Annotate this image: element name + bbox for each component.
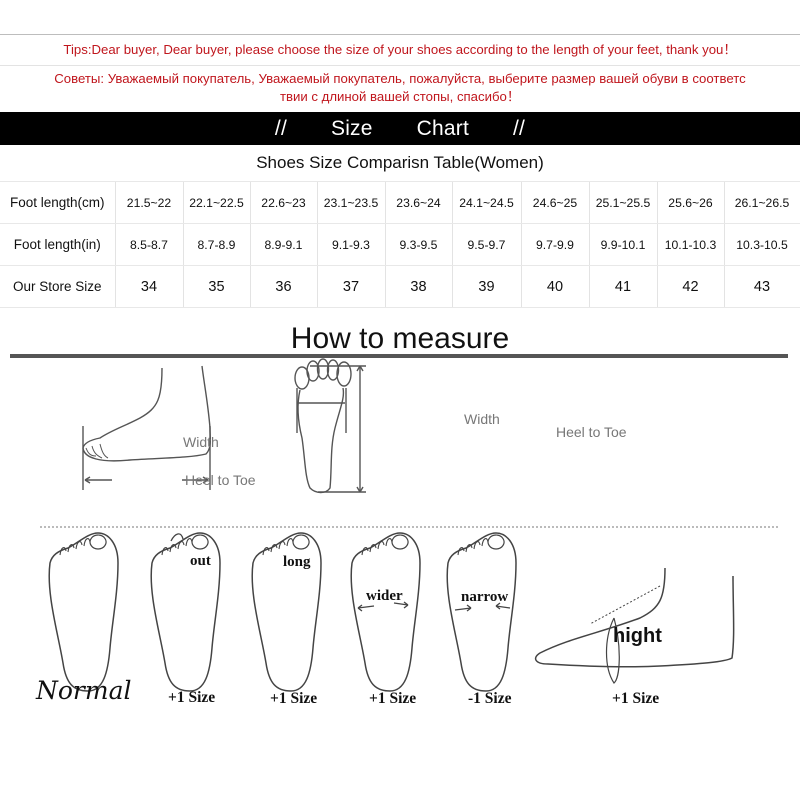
table-cell: 24.6~25 (521, 182, 590, 224)
table-cell: 23.1~23.5 (317, 182, 386, 224)
table-cell: 40 (521, 265, 590, 308)
side-width-label: Width (183, 434, 219, 450)
table-cell: 8.5-8.7 (115, 223, 184, 266)
hight-inner-label: hight (613, 625, 662, 647)
toe-icon (83, 537, 91, 547)
table-title: Shoes Size Comparisn Table(Women) (0, 145, 800, 182)
table-cell: 9.3-9.5 (385, 223, 453, 266)
toe-icon (385, 537, 393, 547)
long-adjust-label: +1 Size (270, 690, 318, 707)
toe-icon (286, 537, 294, 547)
how-to-measure-section: How to measure Width Heel to Toe Width H… (0, 308, 800, 788)
table-cell: 35 (183, 265, 251, 308)
table-cell: 25.6~26 (657, 182, 725, 224)
banner-right-mark: // (513, 116, 526, 140)
out-arrow-icon (170, 533, 184, 542)
table-cell: 9.7-9.9 (521, 223, 590, 266)
toe-icon (161, 546, 169, 556)
table-cell: 22.6~23 (250, 182, 318, 224)
table-cell: 10.3-10.5 (724, 223, 800, 266)
table-cell: 39 (452, 265, 522, 308)
top-spacer (0, 0, 800, 35)
table-cell: 9.9-10.1 (589, 223, 658, 266)
out-inner-label: out (190, 553, 211, 569)
narrow-foot-big-toe-icon (487, 534, 505, 550)
row-header: Foot length(in) (0, 223, 116, 266)
toe-icon (59, 546, 67, 556)
size-table: Foot length(cm) 21.5~22 22.1~22.5 22.6~23 23… (0, 182, 800, 308)
toe-icon (361, 546, 369, 556)
table-cell: 24.1~24.5 (452, 182, 522, 224)
table-cell: 26.1~26.5 (724, 182, 800, 224)
narrow-inner-label: narrow (461, 589, 509, 605)
banner-left-mark: // (274, 116, 287, 140)
table-cell: 9.5-9.7 (452, 223, 522, 266)
table-cell: 8.7-8.9 (183, 223, 251, 266)
out-adjust-label: +1 Size (168, 689, 216, 706)
sole-heel-to-toe-label: Heel to Toe (556, 424, 627, 440)
table-cell: 43 (724, 265, 800, 308)
table-cell: 10.1-10.3 (657, 223, 725, 266)
table-cell: 37 (317, 265, 386, 308)
long-inner-label: long (283, 554, 311, 570)
tips-russian: Советы: Уважаемый покупатель, Уважаемый … (0, 66, 800, 112)
banner-word-chart: Chart (416, 116, 469, 140)
table-cell: 41 (589, 265, 658, 308)
table-cell: 34 (115, 265, 184, 308)
table-cell: 8.9-9.1 (250, 223, 318, 266)
instep-dotted-line (589, 585, 661, 625)
wider-foot-big-toe-icon (391, 534, 409, 550)
narrow-adjust-label: -1 Size (468, 690, 512, 707)
normal-label: Normal (36, 676, 132, 705)
hight-foot-icon (534, 567, 735, 668)
table-cell: 23.6~24 (385, 182, 453, 224)
row-header: Our Store Size (0, 265, 116, 308)
toe-icon (185, 537, 193, 547)
table-cell: 25.1~25.5 (589, 182, 658, 224)
out-foot-big-toe-icon (191, 534, 209, 550)
normal-foot-big-toe-icon (89, 534, 107, 550)
toe-icon (262, 546, 270, 556)
tips-russian-line-1: Советы: Уважаемый покупатель, Уважаемый … (54, 71, 746, 86)
wider-adjust-label: +1 Size (369, 690, 417, 707)
wider-foot-icon (350, 532, 421, 692)
table-row: Foot length(in) 8.5-8.7 8.7-8.9 8.9-9.1 9.1-… (0, 223, 800, 266)
table-row: Our Store Size 34 35 36 37 38 39 40 41 42 43 (0, 265, 800, 308)
toe-icon (457, 546, 465, 556)
tips-english: Tips:Dear buyer, Dear buyer, please choo… (0, 35, 800, 66)
table-cell: 21.5~22 (115, 182, 184, 224)
foot-types-illustrations (48, 532, 735, 692)
size-chart-banner: // Size Chart // (0, 112, 800, 145)
wider-inner-label: wider (366, 588, 403, 604)
sole-width-label: Width (464, 411, 500, 427)
table-cell: 22.1~22.5 (183, 182, 251, 224)
tips-russian-line-2: твии с длиной вашей стопы, спасибо！ (279, 89, 521, 104)
long-foot-big-toe-icon (292, 534, 310, 550)
table-row: Foot length(cm) 21.5~22 22.1~22.5 22.6~23 23… (0, 182, 800, 224)
hight-adjust-label: +1 Size (612, 690, 660, 707)
table-cell: 36 (250, 265, 318, 308)
normal-foot-icon (48, 532, 119, 692)
wider-left-arrow-icon (357, 604, 375, 612)
toe-icon (481, 537, 489, 547)
banner-word-size: Size (330, 116, 373, 140)
side-heel-to-toe-label: Heel to Toe (185, 472, 256, 488)
table-cell: 38 (385, 265, 453, 308)
row-header: Foot length(cm) (0, 182, 116, 224)
narrow-foot-icon (446, 532, 517, 692)
table-cell: 9.1-9.3 (317, 223, 386, 266)
table-cell: 42 (657, 265, 725, 308)
